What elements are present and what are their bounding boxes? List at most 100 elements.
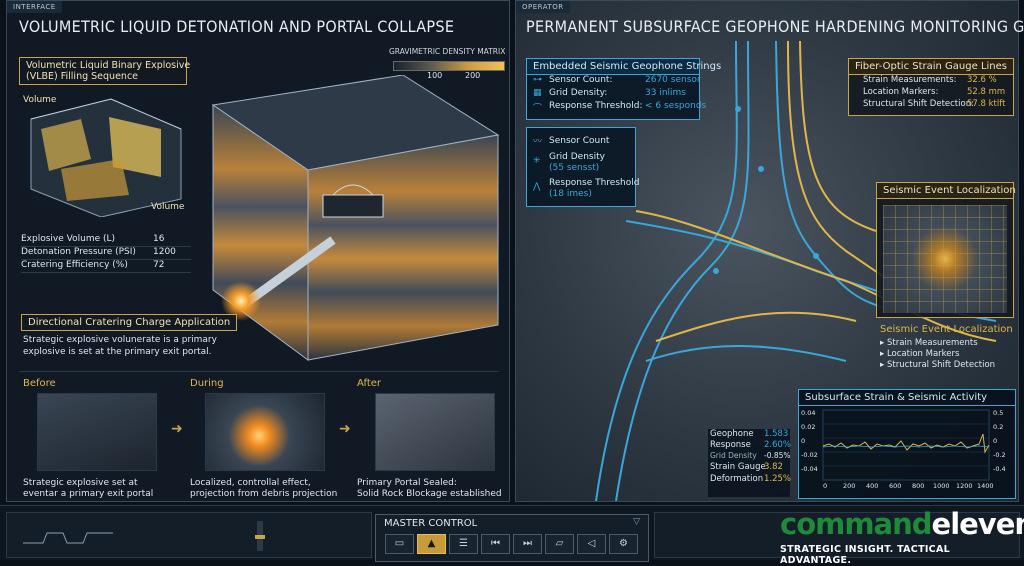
readout-label: Grid Density: [710, 451, 757, 460]
readout-value: 2.60%: [764, 440, 792, 450]
geophone-row-value: 33 inlims: [645, 88, 686, 98]
stat-row: Detonation Pressure (PSI) 1200: [21, 247, 191, 260]
slider-thumb[interactable]: [255, 535, 265, 539]
vertical-slider[interactable]: [255, 521, 265, 551]
geophone-row: ⊶ Sensor Count: 2670 sensor: [527, 75, 701, 88]
chevron-down-icon[interactable]: ▽: [633, 517, 640, 527]
volume-icon: ◁: [587, 538, 596, 549]
bullet-icon: ▸: [880, 338, 887, 348]
right-panel: OPERATOR PERMANENT SUBSURFACE GEOPHONE H…: [515, 0, 1024, 502]
eject-button[interactable]: ▲: [417, 534, 446, 554]
geophone-list-sub: (18 imes): [549, 189, 592, 199]
readout-value: 3.82: [764, 462, 783, 472]
seismic-trace: [822, 445, 990, 448]
skip-forward-icon: ⏭: [523, 538, 532, 549]
readout-row: Geophone 1.583: [708, 429, 790, 440]
vlbe-volume-label-a: Volume: [23, 95, 57, 105]
brand-command: command: [780, 507, 933, 541]
arrow-right-icon: ➜: [171, 421, 183, 437]
fiber-optic-title: Fiber-Optic Strain Gauge Lines: [849, 59, 1013, 75]
folder-icon: ▱: [555, 538, 564, 549]
geophone-list-sub: (55 sensst): [549, 163, 600, 173]
skip-back-button[interactable]: ⏮: [481, 534, 510, 554]
readout-value: 1.583: [764, 429, 789, 439]
sensor-readout: Geophone 1.583 Response 2.60% Grid Densi…: [708, 429, 792, 497]
event-item-label: Location Markers: [886, 349, 960, 359]
brand-eleven: eleven: [931, 507, 1024, 541]
stat-label: Cratering Efficiency (%): [21, 260, 128, 270]
geophone-list-item: 〰 Sensor Count: [533, 132, 629, 152]
geophone-row-label: Response Threshold:: [549, 101, 643, 111]
stage-before-desc2: eventar a primary exit portal: [23, 489, 154, 499]
y-left-tick: -0.04: [801, 465, 818, 473]
geophone-list-label: Grid Density: [549, 152, 605, 162]
fiber-row: Location Markers: 52.8 mm: [849, 87, 1013, 99]
settings-icon: ⚙: [619, 538, 628, 549]
skip-back-icon: ⏮: [491, 538, 500, 549]
y-right-tick: 0: [993, 437, 998, 445]
section-divider: [19, 371, 499, 372]
settings-button[interactable]: ⚙: [609, 534, 638, 554]
list-icon: ☰: [459, 538, 468, 549]
stat-value: 1200: [153, 247, 176, 257]
grid-overlay: [883, 205, 1007, 313]
geophone-row-value: < 6 sesponds: [645, 101, 707, 111]
left-panel: INTERFACE VOLUMETRIC LIQUID DETONATION A…: [6, 0, 510, 502]
right-panel-title: PERMANENT SUBSURFACE GEOPHONE HARDENING …: [526, 17, 1024, 36]
y-right-tick: 0.5: [993, 409, 1004, 417]
event-localization-grid: [883, 205, 1007, 313]
stage-before-title: Before: [23, 378, 56, 389]
readout-value: -0.85%: [764, 451, 791, 460]
screen-button[interactable]: ▭: [385, 534, 414, 554]
charge-desc-line2: explosive is set at the primary exit por…: [23, 347, 212, 357]
bottom-bar: MASTER CONTROL ▽ ▭ ▲ ☰ ⏮ ⏭ ▱ ◁ ⚙ command…: [0, 505, 1024, 566]
screen-icon: ▭: [394, 538, 405, 549]
geophone-list-label: Response Threshold: [549, 178, 640, 188]
volume-button[interactable]: ◁: [577, 534, 606, 554]
geophone-row-label: Sensor Count:: [549, 75, 613, 85]
x-tick: 600: [889, 482, 902, 490]
charge-desc-line1: Strategic explosive volunerate is a prim…: [23, 335, 217, 345]
fiber-row-label: Strain Measurements:: [863, 75, 957, 85]
list-button[interactable]: ☰: [449, 534, 478, 554]
x-tick: 0: [823, 482, 828, 490]
stage-before-image: [37, 393, 157, 471]
y-left-tick: 0.02: [801, 423, 816, 431]
x-tick: 1400: [977, 482, 994, 490]
bullet-icon: ▸: [880, 349, 887, 359]
stage-during-desc2: projection from debris projection: [190, 489, 338, 499]
stat-label: Explosive Volume (L): [21, 234, 116, 244]
readout-label: Geophone: [710, 429, 754, 439]
vlbe-volume-label-b: Volume: [151, 202, 185, 212]
stage-during-desc1: Localized, controllal effect,: [190, 478, 311, 488]
left-panel-title: VOLUMETRIC LIQUID DETONATION AND PORTAL …: [19, 17, 455, 36]
fiber-row: Strain Measurements: 32.6 %: [849, 75, 1013, 87]
threshold-icon: ⋀: [533, 182, 541, 192]
event-localization-subtitle: Seismic Event Localization: [880, 324, 1013, 335]
stat-row: Explosive Volume (L) 16: [21, 234, 191, 247]
fiber-row-value: 52.8 mm: [967, 87, 1006, 97]
geophone-box-title: Embedded Seismic Geophone Strings: [527, 59, 721, 75]
stat-value: 72: [153, 260, 165, 270]
geophone-box: Embedded Seismic Geophone Strings ⊶ Sens…: [526, 58, 721, 120]
event-item-label: Strain Measurements: [886, 338, 978, 348]
readout-row: Grid Density -0.85%: [708, 451, 791, 462]
geophone-list-item: ⋀ Response Threshold (18 imes): [533, 178, 639, 204]
portal-cutaway-illustration: [211, 75, 500, 361]
signal-trace-icon: [23, 532, 113, 544]
arrow-right-icon: ➜: [339, 421, 351, 437]
stage-before-desc1: Strategic explosive set at: [23, 478, 138, 488]
x-tick: 200: [843, 482, 856, 490]
seismic-activity-box: Subsurface Strain & Seismic Activity 0.0…: [798, 389, 1016, 499]
geophone-row: ⌒ Response Threshold: < 6 sesponds: [527, 101, 706, 114]
brand-logo: commandeleven: [780, 508, 1024, 540]
charge-application-label: Directional Cratering Charge Application: [21, 314, 238, 331]
folder-button[interactable]: ▱: [545, 534, 574, 554]
waveform-icon: 〰: [533, 137, 543, 147]
readout-value: 1.25%: [764, 474, 792, 484]
stat-value: 16: [153, 234, 165, 244]
readout-row: Response 2.60%: [708, 440, 792, 451]
y-left-tick: -0.02: [801, 451, 818, 459]
skip-forward-button[interactable]: ⏭: [513, 534, 542, 554]
seismic-activity-title: Subsurface Strain & Seismic Activity: [799, 390, 1015, 406]
